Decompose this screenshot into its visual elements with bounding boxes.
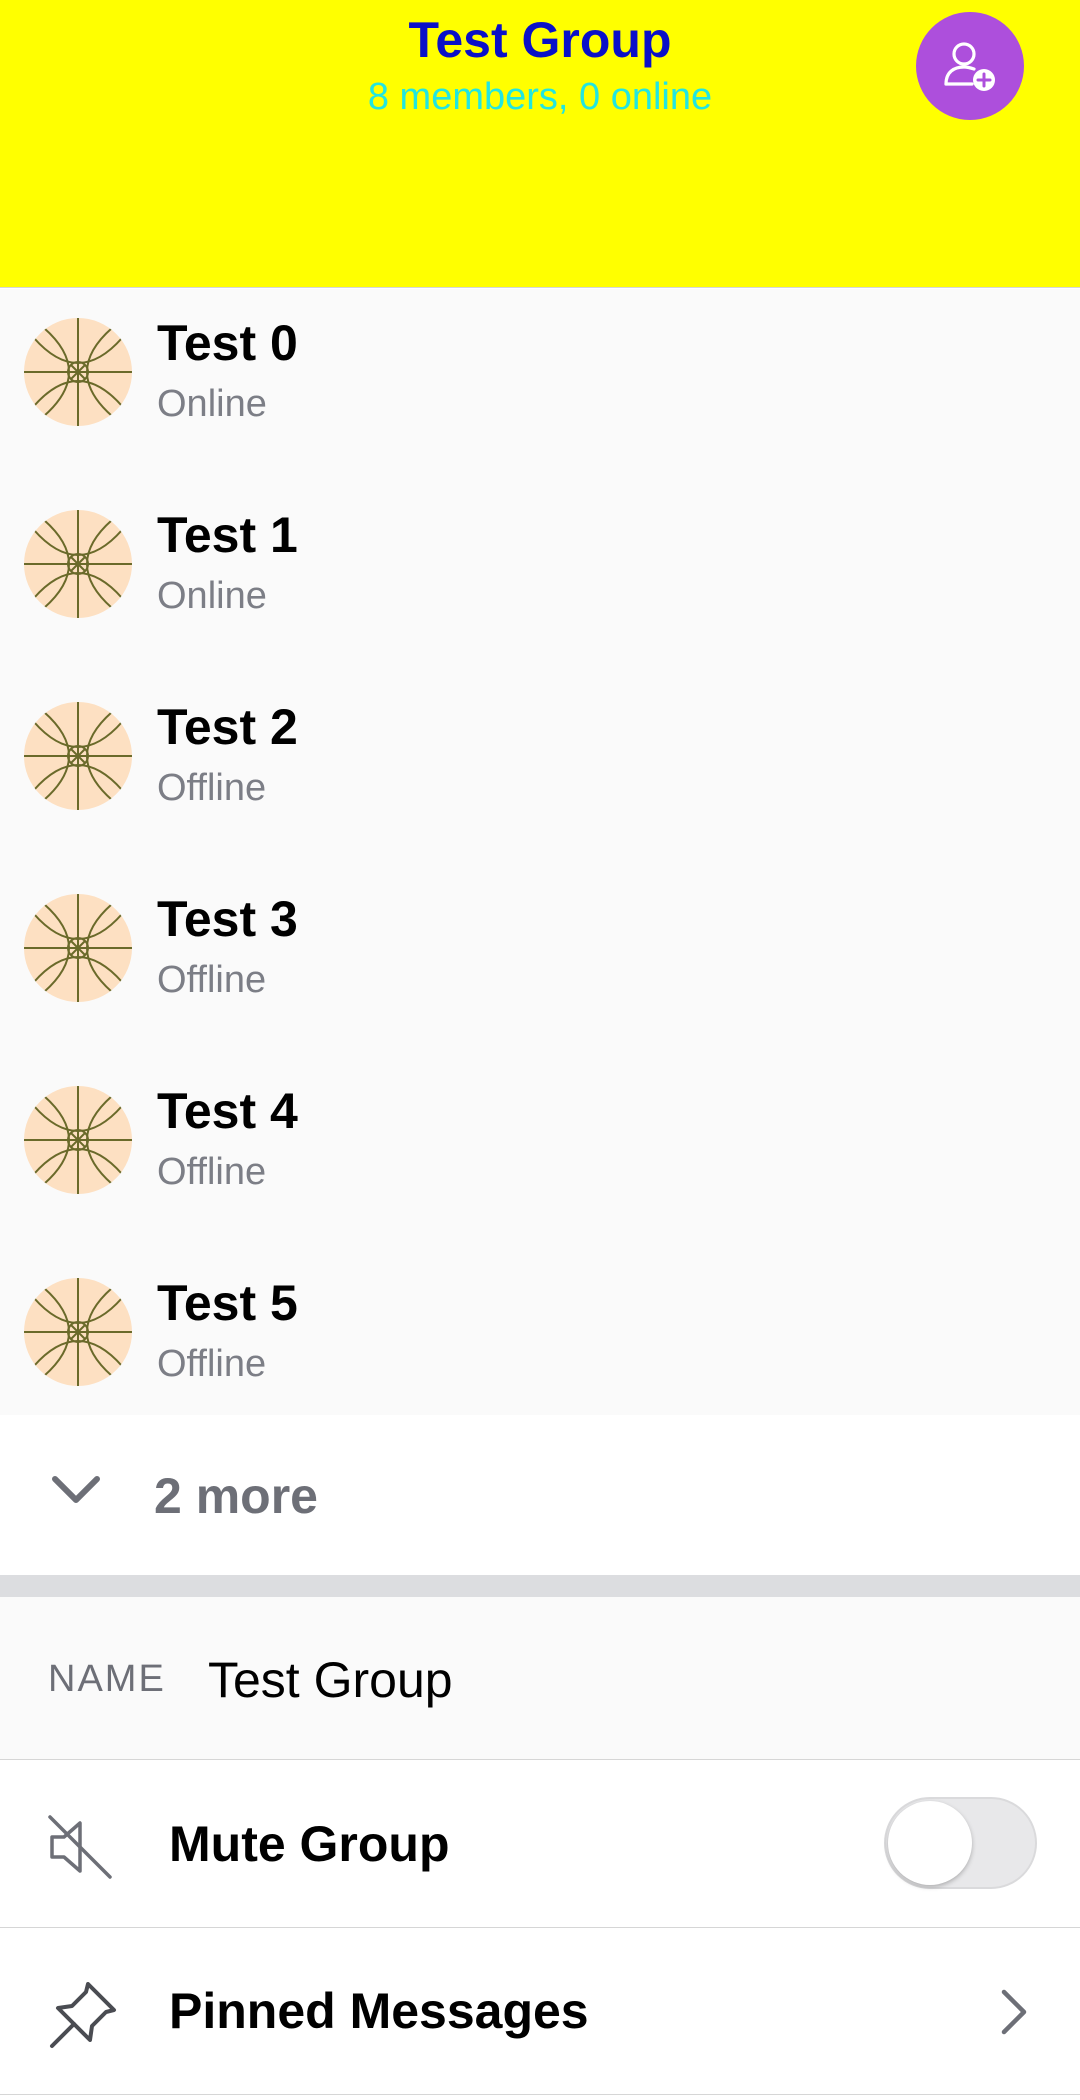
member-row[interactable]: Test 4 Offline: [0, 1057, 1080, 1249]
member-list: Test 0 Online Test 1 Online Test 2 Offli…: [0, 289, 1080, 1415]
group-name-label: NAME: [48, 1658, 166, 1700]
pinned-messages-row[interactable]: Pinned Messages: [0, 1928, 1080, 2095]
chevron-down-icon: [52, 1476, 100, 1503]
member-row[interactable]: Test 3 Offline: [0, 865, 1080, 1057]
member-name: Test 5: [157, 1275, 298, 1331]
avatar: [24, 1086, 132, 1194]
show-more-label: 2 more: [154, 1468, 318, 1524]
avatar: [24, 702, 132, 810]
member-name: Test 4: [157, 1083, 298, 1139]
group-header: Test Group 8 members, 0 online: [0, 0, 1080, 288]
avatar-pattern-icon: [24, 510, 132, 618]
member-row[interactable]: Test 2 Offline: [0, 673, 1080, 865]
add-member-button[interactable]: [916, 12, 1024, 120]
member-row[interactable]: Test 5 Offline: [0, 1249, 1080, 1441]
section-divider: [0, 1575, 1080, 1597]
member-status: Online: [157, 575, 267, 617]
group-name-field[interactable]: Test Group: [208, 1651, 453, 1709]
member-name: Test 1: [157, 507, 298, 563]
member-status: Online: [157, 383, 267, 425]
avatar: [24, 1278, 132, 1386]
member-status: Offline: [157, 959, 267, 1001]
member-status: Offline: [157, 1151, 267, 1193]
mute-group-toggle[interactable]: [884, 1797, 1037, 1889]
avatar: [24, 510, 132, 618]
avatar: [24, 894, 132, 1002]
avatar-pattern-icon: [24, 1278, 132, 1386]
avatar-pattern-icon: [24, 702, 132, 810]
member-name: Test 3: [157, 891, 298, 947]
member-name: Test 0: [157, 315, 298, 371]
toggle-knob: [888, 1801, 972, 1885]
avatar-pattern-icon: [24, 318, 132, 426]
avatar-pattern-icon: [24, 894, 132, 1002]
avatar-pattern-icon: [24, 1086, 132, 1194]
add-user-icon: [944, 42, 995, 91]
group-name-row[interactable]: NAME Test Group: [0, 1597, 1080, 1760]
mute-group-row[interactable]: Mute Group: [0, 1761, 1080, 1928]
show-more-members-button[interactable]: 2 more: [0, 1415, 1080, 1575]
avatar: [24, 318, 132, 426]
member-row[interactable]: Test 1 Online: [0, 481, 1080, 673]
pinned-messages-label: Pinned Messages: [169, 1983, 589, 2039]
mute-icon: [48, 1815, 112, 1879]
member-row[interactable]: Test 0 Online: [0, 289, 1080, 481]
member-name: Test 2: [157, 699, 298, 755]
member-status: Offline: [157, 1343, 267, 1385]
mute-group-label: Mute Group: [169, 1816, 450, 1872]
pin-icon: [50, 1982, 116, 2048]
member-status: Offline: [157, 767, 267, 809]
chevron-right-icon: [1001, 1989, 1027, 2035]
